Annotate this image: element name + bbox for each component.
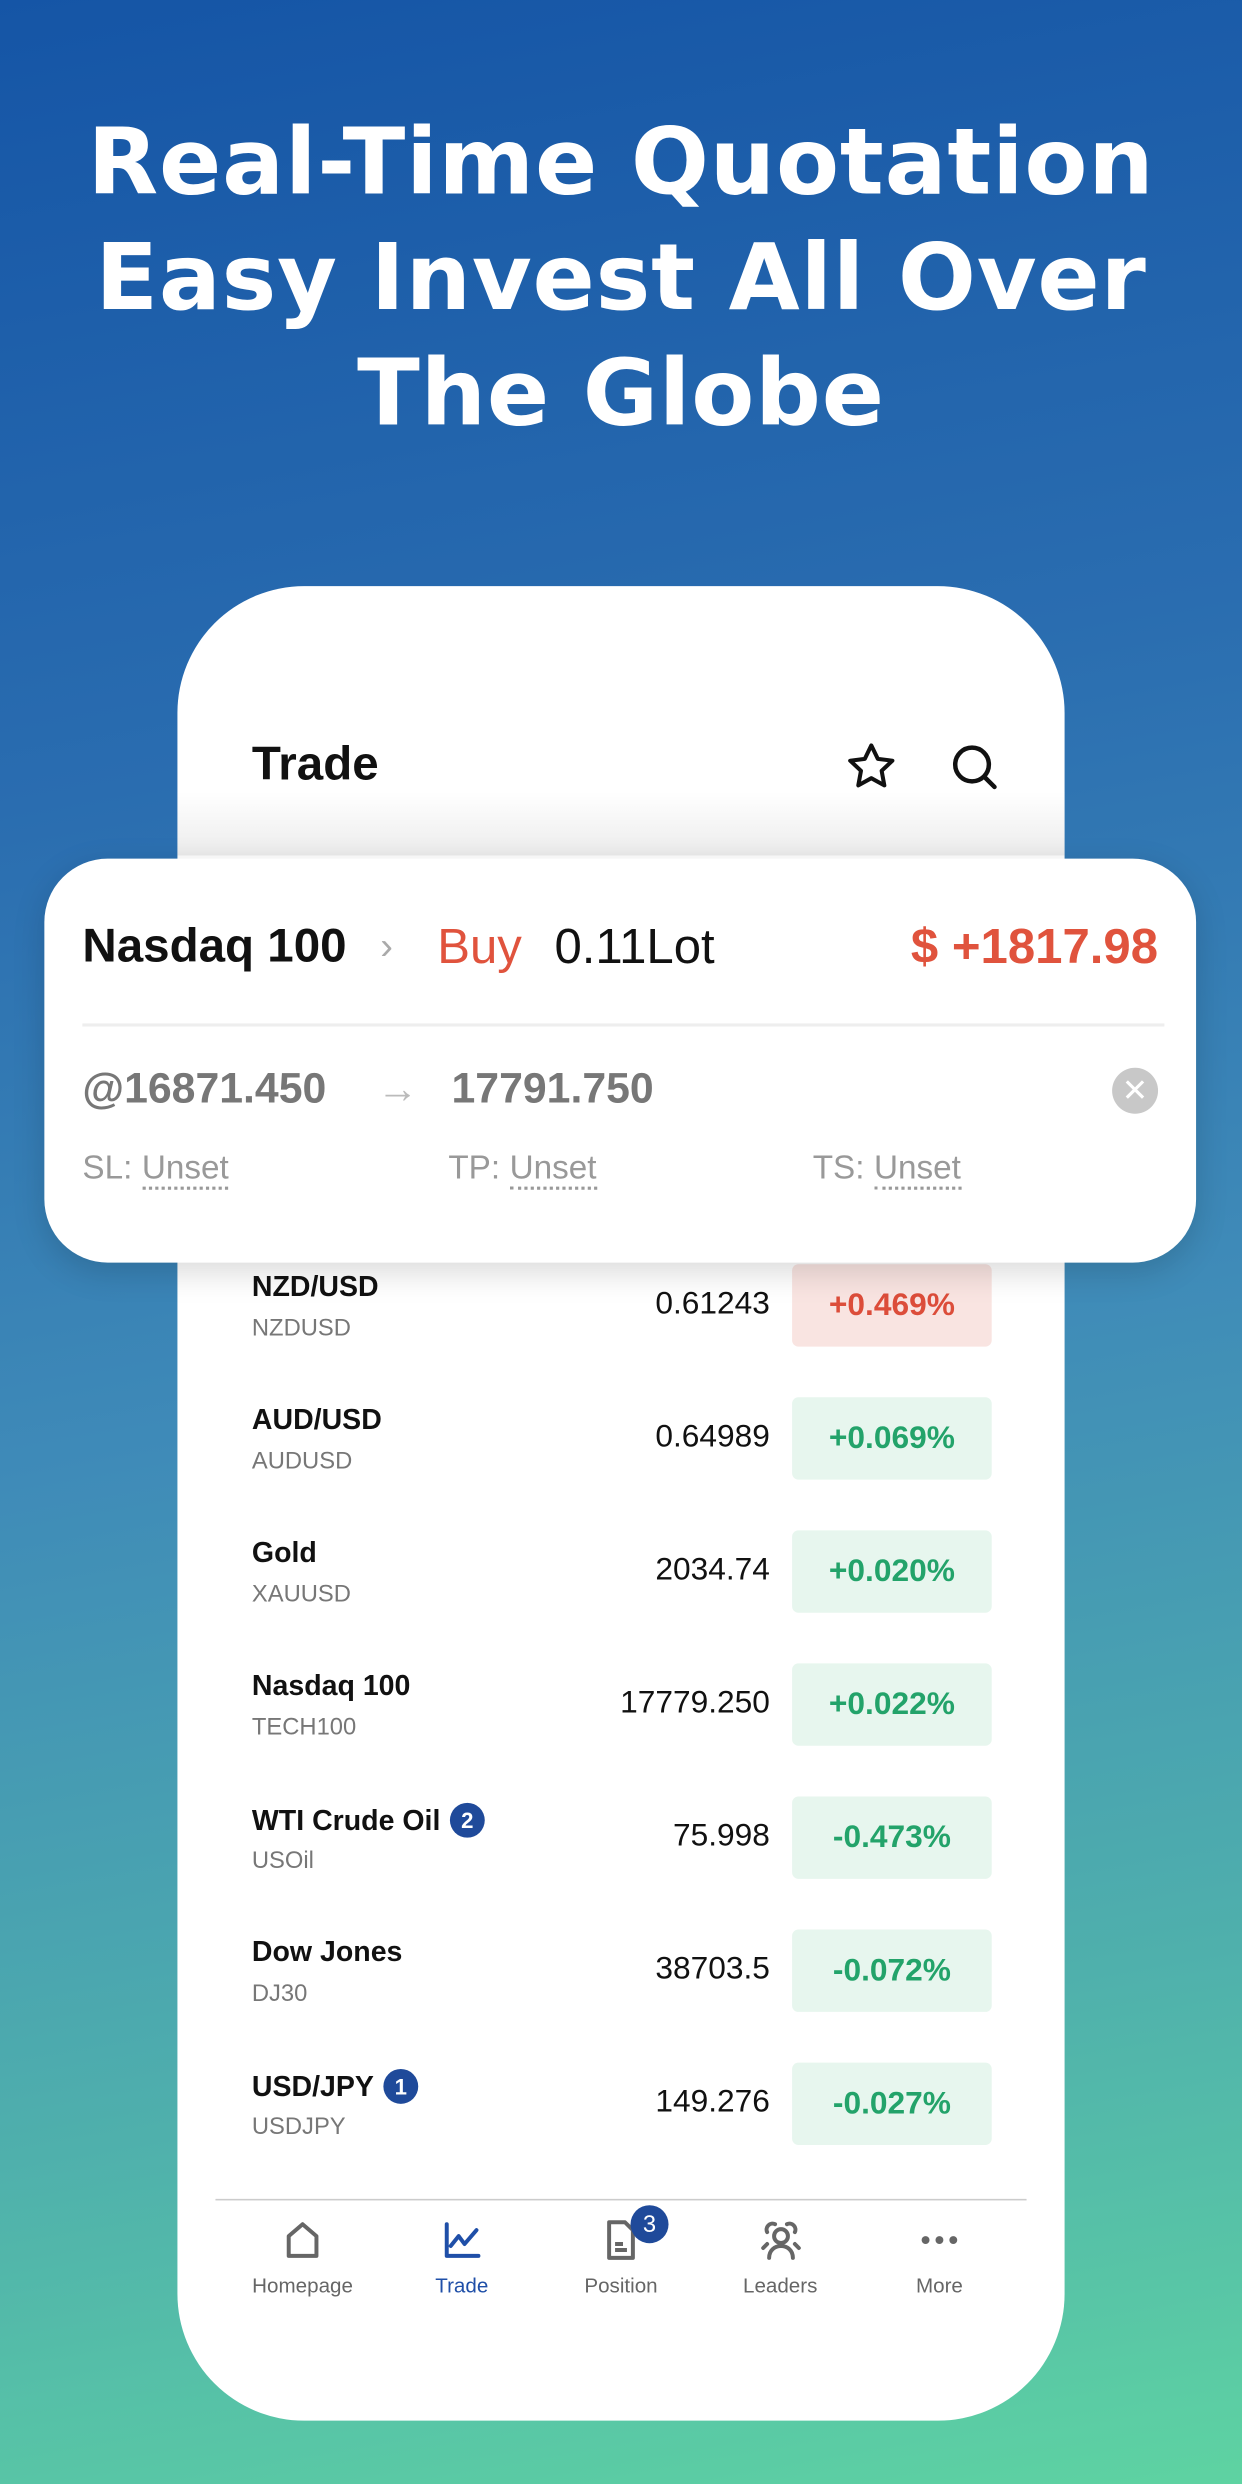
nav-label: Position bbox=[584, 2273, 658, 2298]
quote-row[interactable]: Nasdaq 100 TECH100 17779.250 +0.022% bbox=[252, 1651, 992, 1784]
quote-name-text: USD/JPY bbox=[251, 2069, 374, 2102]
ts-value[interactable]: Unset bbox=[873, 1150, 961, 1190]
tp-label: TP: bbox=[448, 1150, 501, 1187]
quote-price: 17779.250 bbox=[620, 1685, 770, 1721]
nav-label: Homepage bbox=[252, 2273, 353, 2298]
count-badge: 1 bbox=[383, 2068, 419, 2104]
trade-side: Buy bbox=[437, 918, 522, 975]
quote-code: NZDUSD bbox=[251, 1314, 351, 1342]
quote-code: USOil bbox=[251, 1847, 314, 1875]
quote-name: AUD/USD bbox=[252, 1404, 382, 1437]
quote-price: 2034.74 bbox=[655, 1552, 770, 1588]
quote-row[interactable]: Gold XAUUSD 2034.74 +0.020% bbox=[252, 1518, 992, 1651]
tp-value[interactable]: Unset bbox=[509, 1150, 597, 1190]
change-badge[interactable]: +0.020% bbox=[792, 1530, 992, 1613]
quote-price: 75.998 bbox=[673, 1818, 770, 1854]
chart-icon bbox=[443, 2222, 480, 2258]
quote-code: XAUUSD bbox=[251, 1581, 351, 1608]
close-position-icon[interactable]: ✕ bbox=[1112, 1067, 1159, 1114]
ts-label: TS: bbox=[812, 1150, 865, 1187]
quote-row[interactable]: Dow Jones DJ30 38703.5 -0.072% bbox=[252, 1917, 992, 2050]
quote-name-text: AUD/USD bbox=[251, 1403, 382, 1436]
nav-more[interactable]: More bbox=[868, 2210, 1011, 2297]
change-badge[interactable]: +0.069% bbox=[792, 1397, 992, 1480]
sl-value[interactable]: Unset bbox=[142, 1150, 229, 1190]
nav-label: Trade bbox=[435, 2273, 489, 2298]
change-badge[interactable]: +0.469% bbox=[792, 1264, 992, 1347]
nav-label: Leaders bbox=[742, 2273, 818, 2298]
change-badge[interactable]: -0.473% bbox=[792, 1796, 992, 1879]
quote-code: TECH100 bbox=[251, 1714, 357, 1742]
quote-name: Gold bbox=[252, 1537, 317, 1570]
change-badge[interactable]: -0.027% bbox=[792, 2062, 992, 2146]
sl-label: SL: bbox=[82, 1150, 133, 1187]
headline-line: Real-Time Quotation bbox=[87, 107, 1155, 216]
quote-name: USD/JPY 1 bbox=[251, 2068, 419, 2104]
quote-price: 38703.5 bbox=[655, 1951, 770, 1987]
instrument-name[interactable]: Nasdaq 100 bbox=[82, 920, 346, 974]
stop-loss-field[interactable]: SL: Unset bbox=[82, 1150, 229, 1190]
change-badge[interactable]: +0.022% bbox=[792, 1663, 992, 1746]
divider bbox=[215, 2198, 1027, 2201]
take-profit-field[interactable]: TP: Unset bbox=[448, 1150, 597, 1190]
quote-name-text: Dow Jones bbox=[251, 1935, 403, 1968]
profit-loss: $ +1817.98 bbox=[910, 918, 1159, 975]
headline-line: Easy Invest All Over bbox=[95, 223, 1147, 332]
nav-label: More bbox=[915, 2273, 963, 2298]
quote-code: AUDUSD bbox=[251, 1447, 353, 1475]
quote-code: DJ30 bbox=[251, 1980, 308, 2008]
quote-code: USDJPY bbox=[251, 2113, 346, 2141]
change-badge[interactable]: -0.072% bbox=[792, 1929, 992, 2012]
page-title: Trade bbox=[251, 738, 379, 791]
nav-position[interactable]: 3 Position bbox=[550, 2205, 693, 2298]
quote-price: 0.64989 bbox=[655, 1419, 770, 1455]
open-price: @16871.450 bbox=[82, 1064, 327, 1113]
users-icon bbox=[760, 2221, 801, 2260]
quote-price: 149.276 bbox=[655, 2084, 770, 2120]
position-card[interactable]: Nasdaq 100 › Buy 0.11Lot $ +1817.98 @168… bbox=[44, 858, 1197, 1263]
quote-name-text: Gold bbox=[251, 1536, 317, 1569]
search-icon[interactable] bbox=[947, 740, 1001, 794]
quote-row[interactable]: NZD/USD NZDUSD 0.61243 +0.469% bbox=[252, 1252, 992, 1385]
quote-name: NZD/USD bbox=[252, 1271, 379, 1304]
chevron-right-icon: › bbox=[380, 925, 393, 968]
quote-name-text: NZD/USD bbox=[251, 1270, 379, 1303]
headline: Real-Time Quotation Easy Invest All Over… bbox=[0, 105, 1242, 452]
arrow-right-icon: → bbox=[377, 1064, 419, 1113]
quote-name-text: WTI Crude Oil bbox=[251, 1803, 441, 1836]
nav-trade[interactable]: Trade bbox=[391, 2210, 534, 2297]
quote-name: WTI Crude Oil 2 bbox=[251, 1802, 485, 1838]
quote-row[interactable]: WTI Crude Oil 2 USOil 75.998 -0.473% bbox=[252, 1784, 992, 1917]
star-icon[interactable] bbox=[844, 740, 898, 794]
quote-name: Nasdaq 100 bbox=[252, 1670, 411, 1703]
quote-price: 0.61243 bbox=[655, 1286, 770, 1322]
quote-name-text: Nasdaq 100 bbox=[251, 1669, 411, 1702]
more-icon bbox=[921, 2236, 958, 2245]
notification-badge: 3 bbox=[630, 2205, 669, 2244]
nav-homepage[interactable]: Homepage bbox=[231, 2210, 374, 2297]
headline-line: The Globe bbox=[357, 339, 885, 447]
lot-size: 0.11Lot bbox=[554, 918, 715, 975]
quote-row[interactable]: AUD/USD AUDUSD 0.64989 +0.069% bbox=[252, 1385, 992, 1518]
count-badge: 2 bbox=[449, 1802, 485, 1838]
header-shadow bbox=[177, 792, 1065, 856]
quote-name: Dow Jones bbox=[252, 1936, 403, 1969]
quote-row[interactable]: USD/JPY 1 USDJPY 149.276 -0.027% bbox=[252, 2050, 992, 2183]
nav-leaders[interactable]: Leaders bbox=[709, 2210, 852, 2297]
trailing-stop-field[interactable]: TS: Unset bbox=[812, 1150, 961, 1190]
divider bbox=[82, 1023, 1165, 1027]
home-icon bbox=[286, 2222, 319, 2258]
current-price: 17791.750 bbox=[451, 1064, 654, 1113]
bottom-nav: Homepage Trade 3 Position Leaders More bbox=[215, 2205, 1026, 2298]
